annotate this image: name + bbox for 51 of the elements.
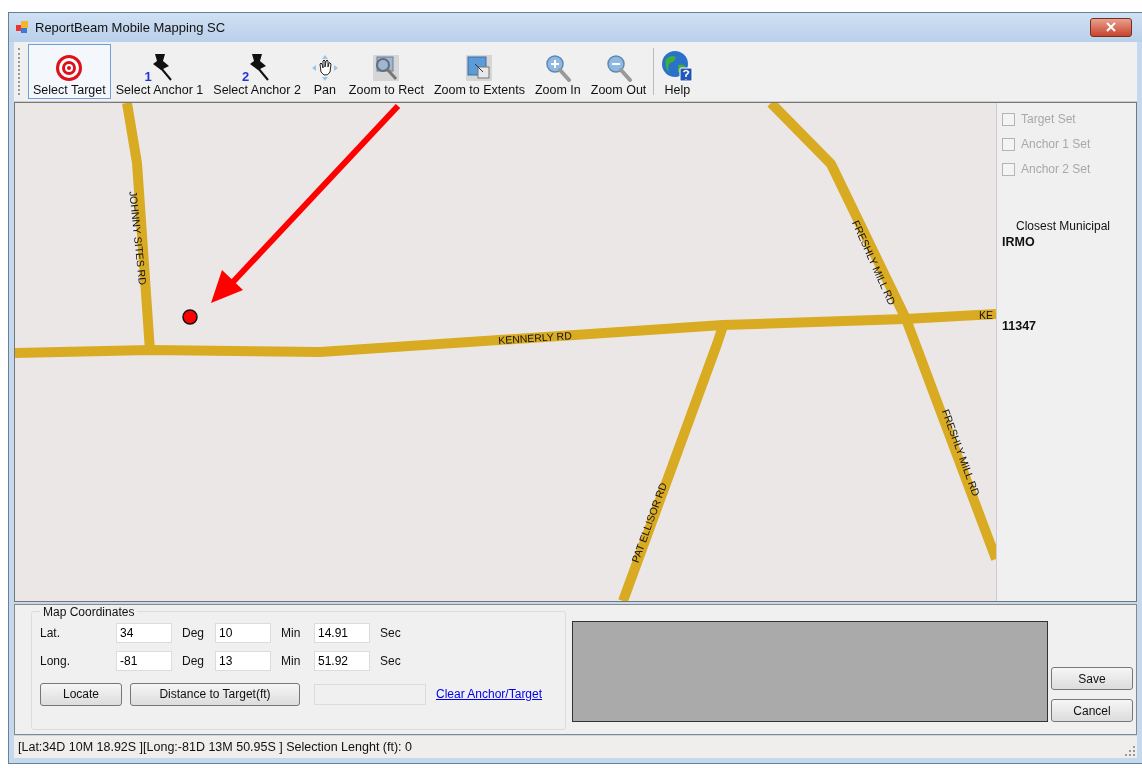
zoom-out-icon <box>604 53 633 82</box>
globe-help-icon <box>661 49 694 82</box>
toolbar-button[interactable]: Pan <box>305 43 344 99</box>
toolbar-button[interactable]: Zoom to Extents <box>428 43 530 99</box>
degrees-field[interactable]: 34 <box>116 622 172 643</box>
toolbar-button[interactable]: Zoom to Rect <box>343 43 429 99</box>
unit-label: Min <box>281 653 302 668</box>
zoom-rect-icon <box>372 53 401 82</box>
zoom-extents-icon <box>465 53 494 82</box>
distance-button[interactable]: Distance to Target(ft) <box>130 682 300 706</box>
municipal-value: IRMO <box>1002 234 1036 249</box>
degrees-field[interactable]: -81 <box>116 650 172 671</box>
toolbar-button[interactable]: 1 Select Anchor 1 <box>110 43 209 99</box>
pin-number: 1 <box>144 68 152 84</box>
coordinate-label: Long. <box>40 653 72 668</box>
close-button[interactable] <box>1090 17 1132 37</box>
target-icon <box>55 53 84 82</box>
hand-icon <box>310 53 339 82</box>
clear-link[interactable]: Clear Anchor/Target <box>436 687 543 702</box>
app-icon <box>15 20 29 35</box>
status-text: [Lat:34D 10M 18.92S ][Long:-81D 13M 50.95S ] Selection Lenght (ft): 0 <box>18 740 412 755</box>
seconds-field[interactable]: 51.92 <box>314 650 370 671</box>
minutes-field[interactable]: 10 <box>215 622 271 643</box>
locate-button[interactable]: Locate <box>40 682 122 706</box>
municipal-code: 11347 <box>1002 318 1038 333</box>
toolbar-button[interactable]: Zoom Out <box>585 43 652 99</box>
zoom-in-icon <box>543 53 572 82</box>
save-button[interactable]: Save <box>1051 667 1133 691</box>
municipal-label: Closest Municipal <box>1015 218 1112 233</box>
resize-grip-icon[interactable] <box>1125 746 1135 756</box>
pin-number: 2 <box>242 68 250 84</box>
unit-label: Min <box>281 625 302 640</box>
window-title: ReportBeam Mobile Mapping SC <box>35 19 226 35</box>
toolbar-button[interactable]: Zoom In <box>529 43 586 99</box>
road-label: KE <box>979 308 993 321</box>
unit-label: Sec <box>380 625 402 640</box>
unit-label: Sec <box>380 653 402 668</box>
target-marker <box>182 308 198 325</box>
cancel-button[interactable]: Cancel <box>1051 699 1133 723</box>
road-label: JOHNNY SITES RD <box>127 190 150 286</box>
toolbar-button[interactable]: Select Target <box>28 43 111 99</box>
toolbar-button[interactable]: 2 Select Anchor 2 <box>208 43 306 99</box>
group-title: Map Coordinates <box>42 604 136 619</box>
toolbar-button[interactable]: Help <box>656 43 699 99</box>
road-label: KENNERLY RD <box>497 328 573 346</box>
coordinate-label: Lat. <box>40 625 61 640</box>
unit-label: Deg <box>182 625 205 640</box>
seconds-field[interactable]: 14.91 <box>314 622 370 643</box>
unit-label: Deg <box>182 653 205 668</box>
close-icon <box>1106 22 1116 33</box>
minutes-field[interactable]: 13 <box>215 650 271 671</box>
